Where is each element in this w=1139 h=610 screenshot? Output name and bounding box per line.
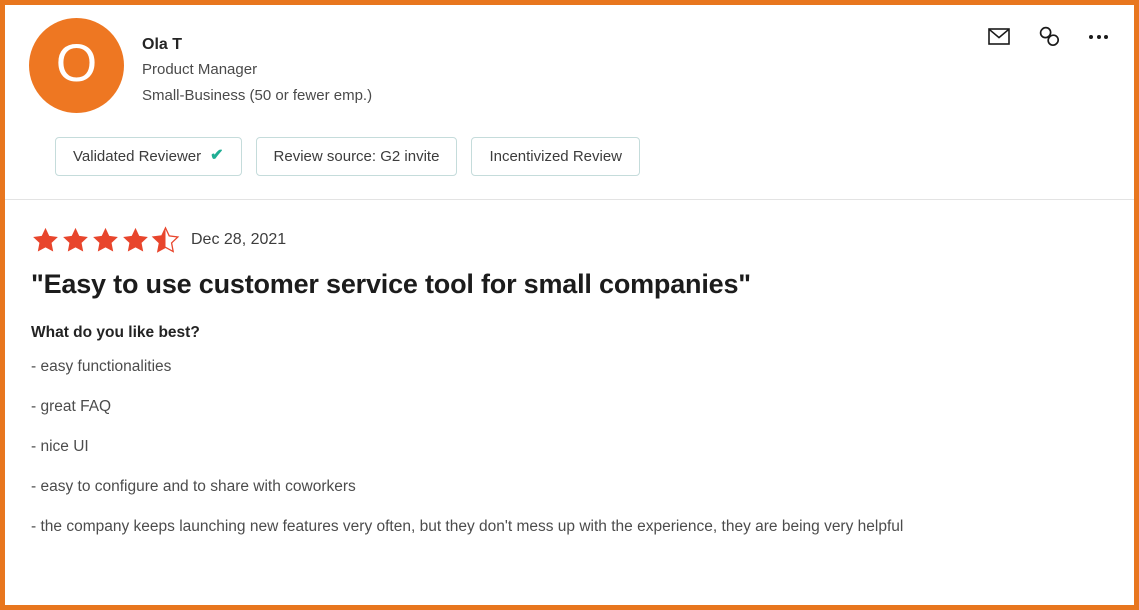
review-card: O Ola T Product Manager Small-Business (… [5, 5, 1134, 605]
avatar: O [29, 18, 124, 113]
star-icon [123, 227, 148, 252]
star-half-icon [151, 226, 180, 253]
review-answer-line: - nice UI [31, 438, 89, 456]
check-icon: ✔ [210, 147, 224, 164]
reviewer-company-size: Small-Business (50 or fewer emp.) [142, 86, 373, 104]
star-icon [63, 227, 88, 252]
badge-label: Incentivized Review [489, 147, 622, 165]
review-date: Dec 28, 2021 [191, 230, 287, 248]
review-title: "Easy to use customer service tool for s… [31, 269, 751, 299]
reviewer-meta: Ola T Product Manager Small-Business (50… [142, 18, 372, 107]
badge-validated-reviewer[interactable]: Validated Reviewer ✔ [55, 137, 242, 176]
review-answer-line: - great FAQ [31, 398, 112, 416]
badge-incentivized-review[interactable]: Incentivized Review [471, 137, 640, 176]
badge-review-source[interactable]: Review source: G2 invite [255, 137, 458, 176]
header-actions [988, 25, 1108, 48]
review-answer-line: - the company keeps launching new featur… [31, 518, 904, 536]
email-icon[interactable] [988, 28, 1010, 45]
star-rating [31, 226, 180, 254]
more-options-icon[interactable] [1089, 34, 1108, 39]
review-answer-line: - easy functionalities [31, 358, 172, 376]
reviewer-name: Ola T [142, 36, 183, 53]
review-answer-line: - easy to configure and to share with co… [31, 478, 356, 496]
star-icon [93, 227, 118, 252]
link-icon[interactable] [1038, 25, 1061, 48]
reviewer-row: O Ola T Product Manager Small-Business (… [29, 18, 1110, 113]
badge-label: Review source: G2 invite [273, 147, 440, 165]
reviewer-role: Product Manager [142, 61, 258, 78]
review-badges: Validated Reviewer ✔ Review source: G2 i… [29, 113, 1110, 199]
review-question-heading: What do you like best? [31, 324, 200, 342]
rating-row: Dec 28, 2021 [31, 226, 1108, 254]
star-icon [33, 227, 58, 252]
review-header: O Ola T Product Manager Small-Business (… [5, 5, 1134, 200]
badge-label: Validated Reviewer [73, 147, 202, 165]
review-body: Dec 28, 2021 "Easy to use customer servi… [5, 200, 1134, 605]
ellipsis-glyph [1089, 34, 1108, 39]
